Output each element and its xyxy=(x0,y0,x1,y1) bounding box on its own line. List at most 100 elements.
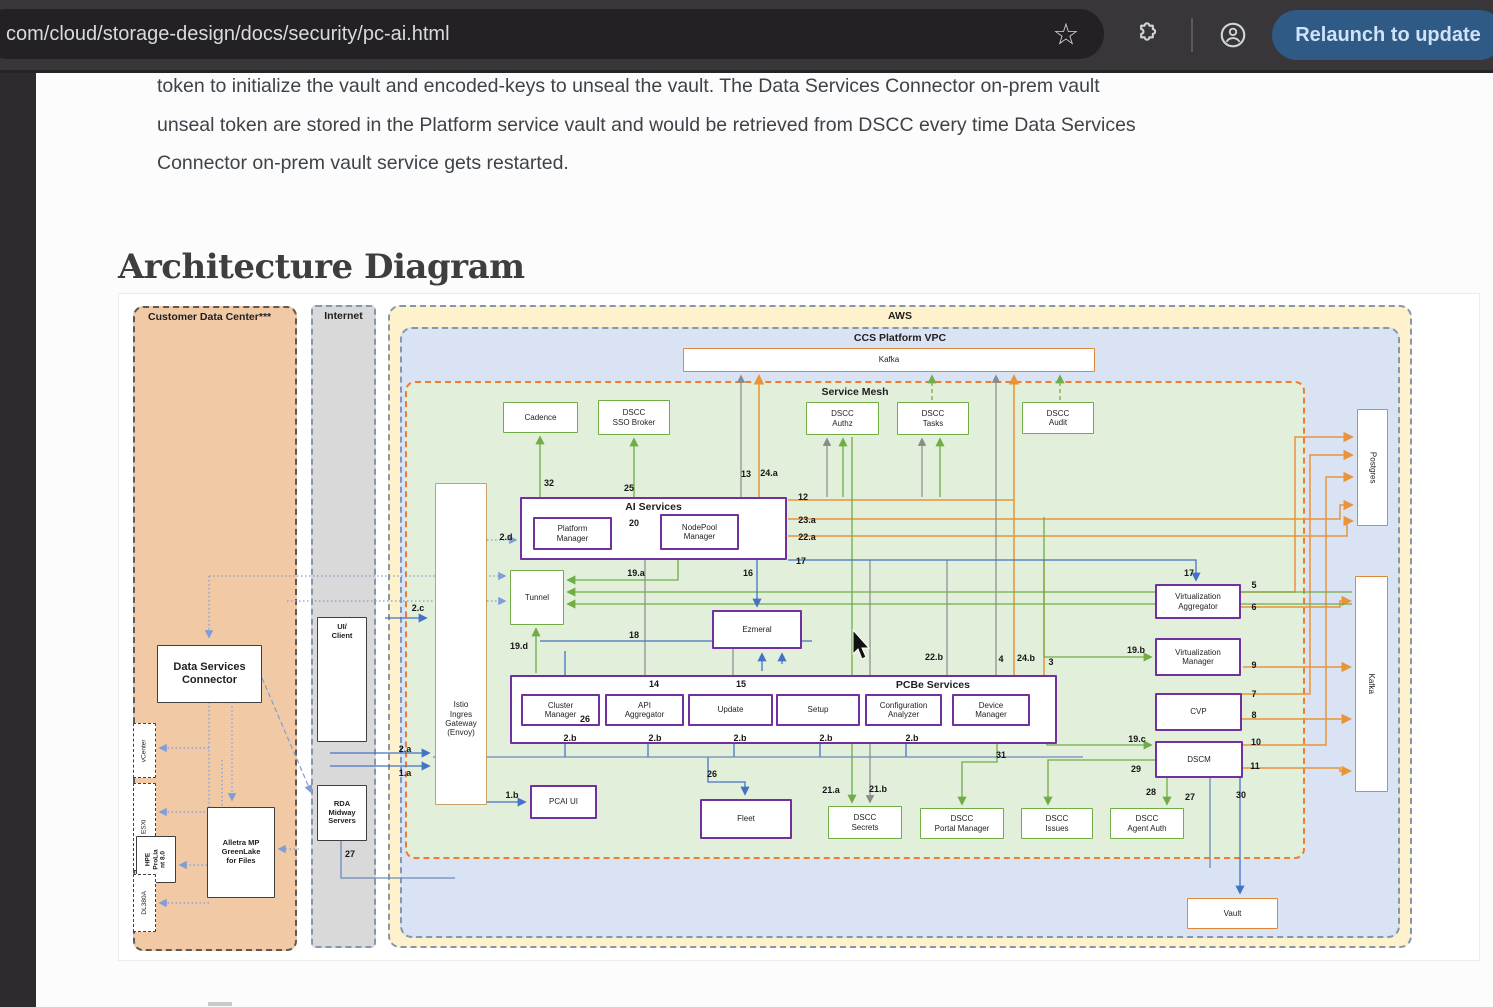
edge-label-6-36: 6 xyxy=(1251,602,1256,612)
node-dscc-issues-label: DSCC Issues xyxy=(1045,814,1068,833)
edge-label-2-d-8: 2.d xyxy=(499,532,512,542)
node-kafka-top-label: Kafka xyxy=(879,355,899,364)
node-device-manager: Device Manager xyxy=(952,694,1030,726)
node-esxi-label: ESXi xyxy=(141,820,149,834)
edge-label-19-c-41: 19.c xyxy=(1128,734,1146,744)
node-dscc-audit-label: DSCC Audit xyxy=(1047,409,1070,428)
node-alletra-label: Alletra MP GreenLake for Files xyxy=(222,839,261,866)
edge-label-21-a-31: 21.a xyxy=(822,785,840,795)
edge-label-18-12: 18 xyxy=(629,630,639,640)
node-ezmeral: Ezmeral xyxy=(712,610,802,649)
edge-label-19-b-37: 19.b xyxy=(1127,645,1145,655)
edge-label-3-29: 3 xyxy=(1048,657,1053,667)
edge-label-27-46: 27 xyxy=(1185,792,1195,802)
node-ai-services-label: AI Services xyxy=(625,501,682,513)
edge-label-23-a-5: 23.a xyxy=(798,515,816,525)
edge-label-21-b-32: 21.b xyxy=(869,784,887,794)
edge-label-10-42: 10 xyxy=(1251,737,1261,747)
node-ui-client: UI/ Client xyxy=(317,617,367,742)
edge-label-1-b-17: 1.b xyxy=(505,790,518,800)
node-postgres: Postgres xyxy=(1357,409,1388,526)
node-dscc-authz-label: DSCC Authz xyxy=(831,409,854,428)
node-dscc-tasks-label: DSCC Tasks xyxy=(922,409,945,428)
edge-label-12-4: 12 xyxy=(798,492,808,502)
node-cadence: Cadence xyxy=(503,402,578,433)
node-configuration-analyzer-label: Configuration Analyzer xyxy=(880,701,928,720)
edge-label-22-a-6: 22.a xyxy=(798,532,816,542)
edge-label-13-2: 13 xyxy=(741,469,751,479)
node-dscc-agent-auth: DSCC Agent Auth xyxy=(1110,808,1184,839)
node-fleet-label: Fleet xyxy=(737,814,755,823)
node-vcenter: vCenter xyxy=(133,723,156,778)
node-virtualization-aggregator: Virtualization Aggregator xyxy=(1155,584,1241,619)
node-pcbe-services-label: PCBe Services xyxy=(896,679,970,691)
node-dscc-tasks: DSCC Tasks xyxy=(897,402,969,435)
edge-label-26-30: 26 xyxy=(707,769,717,779)
node-dscm: DSCM xyxy=(1155,741,1243,778)
node-ui-client-label: UI/ Client xyxy=(332,623,353,641)
node-device-manager-label: Device Manager xyxy=(975,701,1007,720)
edge-label-24-b-28: 24.b xyxy=(1017,653,1035,663)
node-tunnel-label: Tunnel xyxy=(525,593,549,602)
node-kafka-right: Kafka xyxy=(1355,576,1388,792)
node-virtualization-manager: Virtualization Manager xyxy=(1155,638,1241,676)
node-dscm-label: DSCM xyxy=(1187,755,1211,764)
diagram-nodes-layer: Kafka Cadence DSCC SSO Broker DSCC Authz DSC… xyxy=(0,0,1493,1007)
node-rda-midway-servers-label: RDA Midway Servers xyxy=(328,800,356,827)
edge-label-8-40: 8 xyxy=(1251,710,1256,720)
edge-label-1-a-16: 1.a xyxy=(399,768,412,778)
node-data-services-connector-label: Data Services Connector xyxy=(173,661,245,687)
node-dscc-portal-manager-label: DSCC Portal Manager xyxy=(935,814,990,833)
node-api-aggregator-label: API Aggregator xyxy=(625,701,665,720)
edge-label-14-18: 14 xyxy=(649,679,659,689)
node-dscc-audit: DSCC Audit xyxy=(1022,402,1094,434)
node-cvp-label: CVP xyxy=(1190,707,1206,716)
node-fleet: Fleet xyxy=(700,799,792,839)
node-dscc-authz: DSCC Authz xyxy=(806,402,879,435)
edge-label-5-35: 5 xyxy=(1251,580,1256,590)
edge-label-2-b-23: 2.b xyxy=(819,733,832,743)
edge-label-19-d-13: 19.d xyxy=(510,641,528,651)
node-alletra: Alletra MP GreenLake for Files xyxy=(207,807,275,898)
edge-label-9-38: 9 xyxy=(1251,660,1256,670)
edge-label-32-0: 32 xyxy=(544,478,554,488)
edge-label-2-c-14: 2.c xyxy=(412,603,425,613)
node-virtualization-aggregator-label: Virtualization Aggregator xyxy=(1175,592,1221,611)
edge-label-28-45: 28 xyxy=(1146,787,1156,797)
edge-label-2-b-20: 2.b xyxy=(563,733,576,743)
node-platform-manager: Platform Manager xyxy=(533,517,612,550)
node-cvp: CVP xyxy=(1155,693,1242,731)
node-update: Update xyxy=(688,694,773,726)
node-configuration-analyzer: Configuration Analyzer xyxy=(865,694,942,726)
node-istio-ingress-gateway-label: Istio Ingres Gateway (Envoy) xyxy=(445,700,477,738)
node-setup-label: Setup xyxy=(808,705,829,714)
node-platform-manager-label: Platform Manager xyxy=(557,524,589,543)
node-api-aggregator: API Aggregator xyxy=(605,694,684,726)
edge-label-26-25: 26 xyxy=(580,714,590,724)
edge-label-2-b-21: 2.b xyxy=(648,733,661,743)
edge-label-30-47: 30 xyxy=(1236,790,1246,800)
node-hpe-proliant-label: HPE ProLia nt 8.0 xyxy=(145,849,168,869)
edge-label-25-1: 25 xyxy=(624,483,634,493)
edge-label-24-a-3: 24.a xyxy=(760,468,778,478)
node-pcai-ui: PCAI UI xyxy=(530,785,597,819)
node-ezmeral-label: Ezmeral xyxy=(742,625,771,634)
node-vault: Vault xyxy=(1187,898,1278,929)
edge-label-2-b-22: 2.b xyxy=(733,733,746,743)
node-data-services-connector: Data Services Connector xyxy=(157,645,262,703)
node-nodepool-manager: NodePool Manager xyxy=(660,514,739,550)
node-istio-ingress-gateway: Istio Ingres Gateway (Envoy) xyxy=(435,483,487,805)
node-rda-midway-servers: RDA Midway Servers xyxy=(317,785,367,841)
edge-label-16-11: 16 xyxy=(743,568,753,578)
architecture-diagram: Customer Data Center***InternetAWSCCS Pl… xyxy=(0,0,1493,1007)
edge-label-4-27: 4 xyxy=(998,654,1003,664)
node-cadence-label: Cadence xyxy=(524,413,556,422)
edge-label-2-b-24: 2.b xyxy=(905,733,918,743)
edge-label-22-b-26: 22.b xyxy=(925,652,943,662)
edge-label-19-a-10: 19.a xyxy=(627,568,645,578)
edge-label-7-39: 7 xyxy=(1251,689,1256,699)
node-nodepool-manager-label: NodePool Manager xyxy=(682,523,717,542)
edge-label-31-33: 31 xyxy=(996,750,1006,760)
edge-label-17-34: 17 xyxy=(1184,568,1194,578)
node-dscc-sso-broker: DSCC SSO Broker xyxy=(598,400,670,435)
